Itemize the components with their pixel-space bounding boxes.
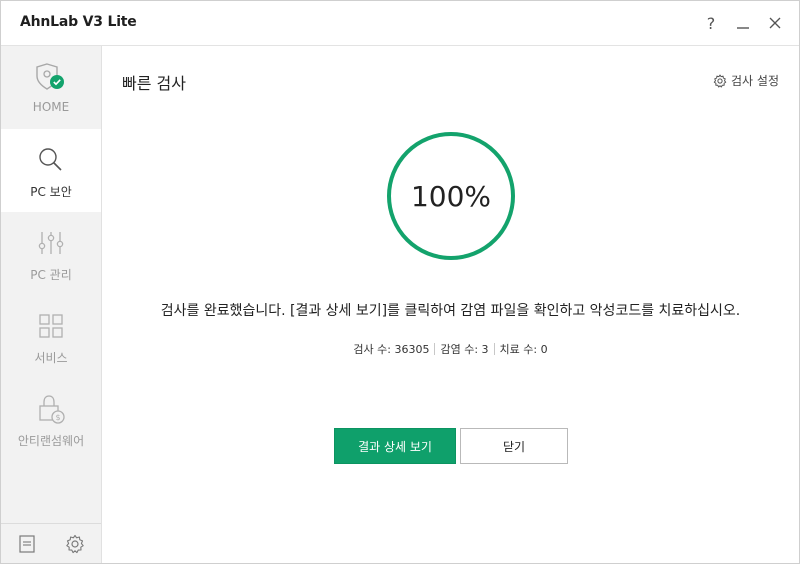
settings-button[interactable]: [64, 533, 86, 555]
scan-settings-label: 검사 설정: [731, 74, 779, 88]
sidebar-item-pc-manage[interactable]: PC 관리: [1, 212, 101, 295]
close-icon: [769, 17, 781, 29]
progress-percent: 100%: [410, 179, 492, 213]
stat-divider: [493, 343, 495, 355]
scan-result-message: 검사를 완료했습니다. [결과 상세 보기]를 클릭하여 감염 파일을 확인하고…: [160, 303, 741, 319]
stat-treated-count: 치료 수: 0: [499, 343, 548, 356]
progress-ring: 100%: [385, 130, 517, 262]
main-panel: 빠른 검사 검사 설정 100% 검사를 완료했습니다. [결과 상세 보기]를…: [102, 46, 799, 563]
gear-icon: [713, 74, 727, 88]
report-icon: [19, 535, 35, 553]
sidebar-item-anti-ransomware[interactable]: $ 안티랜섬웨어: [1, 378, 101, 461]
title-bar[interactable]: AhnLab V3 Lite ?: [1, 1, 799, 46]
view-details-button[interactable]: 결과 상세 보기: [334, 428, 456, 464]
close-button[interactable]: 닫기: [460, 428, 568, 464]
help-button[interactable]: ?: [700, 11, 722, 35]
page-title: 빠른 검사: [122, 74, 186, 93]
report-button[interactable]: [16, 533, 38, 555]
sidebar-footer: [1, 523, 101, 563]
close-window-button[interactable]: [764, 11, 786, 35]
stat-scanned-count: 검사 수: 36305: [353, 343, 430, 356]
shield-check-icon: [31, 60, 71, 94]
sidebar-item-label: 안티랜섬웨어: [17, 434, 85, 448]
search-icon: [31, 143, 71, 177]
sidebar-item-label: HOME: [32, 100, 70, 114]
sidebar: HOME PC 보안 PC 관리 서비스 $ 안티랜섬웨어: [1, 46, 102, 563]
minimize-icon: [737, 27, 749, 29]
sliders-icon: [31, 226, 71, 260]
sidebar-item-pc-security[interactable]: PC 보안: [1, 129, 101, 212]
grid-icon: [31, 309, 71, 343]
scan-stats: 검사 수: 36305 감염 수: 3 치료 수: 0: [102, 341, 799, 357]
scan-settings-button[interactable]: 검사 설정: [713, 72, 779, 89]
sidebar-item-label: PC 보안: [30, 185, 72, 199]
gear-icon: [66, 534, 84, 554]
lock-icon: $: [31, 392, 71, 426]
sidebar-item-service[interactable]: 서비스: [1, 295, 101, 378]
sidebar-item-label: PC 관리: [30, 268, 72, 282]
stat-infected-count: 감염 수: 3: [440, 343, 489, 356]
app-title: AhnLab V3 Lite: [20, 14, 137, 30]
stat-divider: [434, 343, 436, 355]
sidebar-item-home[interactable]: HOME: [1, 46, 101, 129]
minimize-button[interactable]: [732, 11, 754, 35]
svg-text:$: $: [55, 413, 60, 422]
app-window: AhnLab V3 Lite ? HOME PC 보안 PC 관리 서비스 $ …: [0, 0, 800, 564]
sidebar-item-label: 서비스: [34, 351, 68, 365]
